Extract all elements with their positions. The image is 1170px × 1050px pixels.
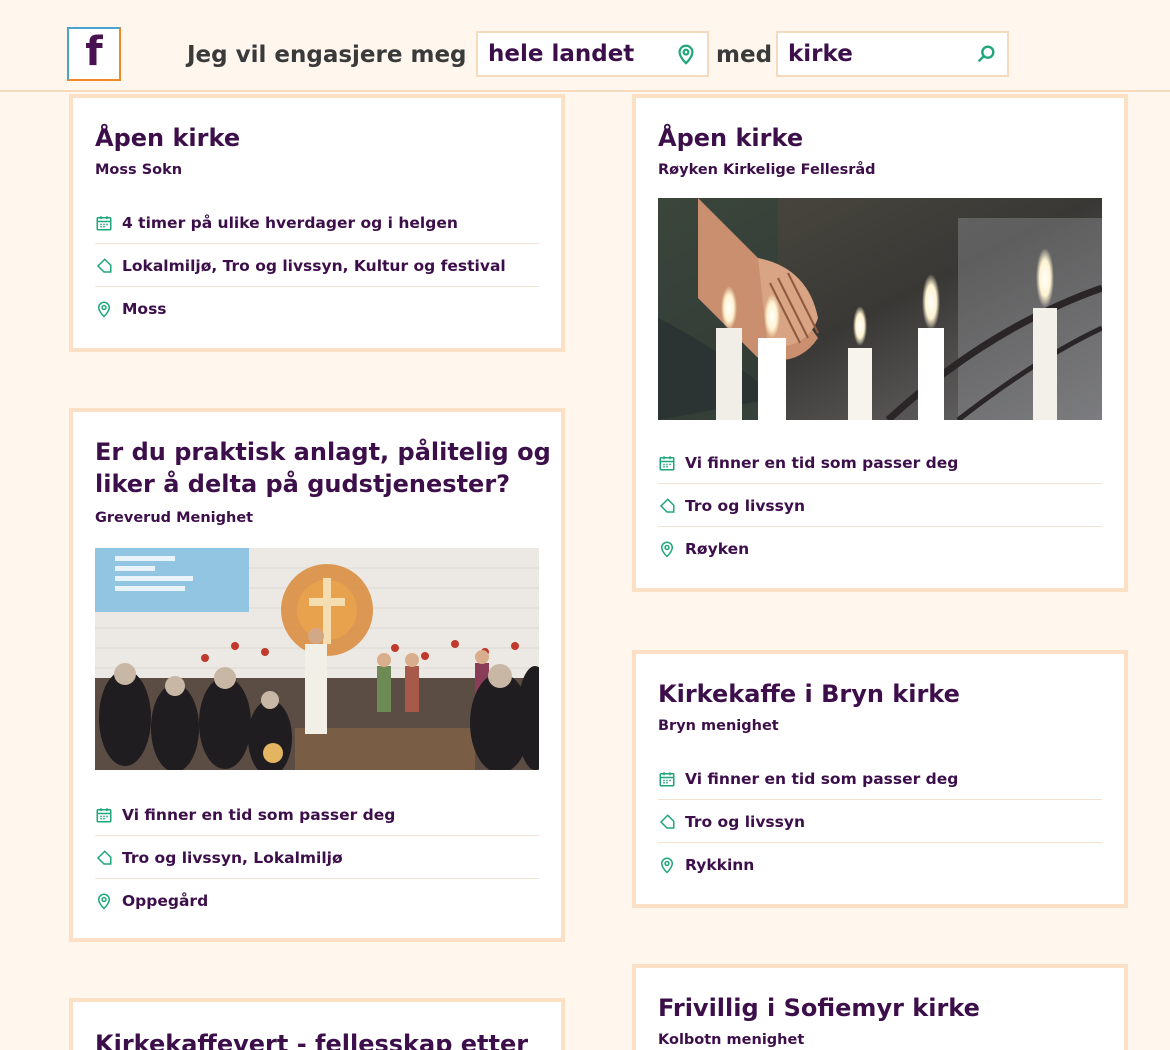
card-image-church-service[interactable]	[95, 548, 539, 770]
site-header: f Jeg vil engasjere meg i hele landet me…	[0, 0, 1170, 92]
card-tags-text: Tro og livssyn	[685, 496, 806, 515]
location-field[interactable]: hele landet	[476, 31, 709, 77]
card-time-text: Vi finner en tid som passer deg	[122, 805, 396, 824]
search-connector-text: med	[716, 42, 773, 68]
calendar-icon	[658, 454, 676, 472]
card-title[interactable]: Åpen kirke	[95, 122, 240, 154]
card-tags: Tro og livssyn	[658, 801, 1102, 843]
card-time-text: Vi finner en tid som passer deg	[685, 769, 959, 788]
card-organization: Kolbotn menighet	[658, 1032, 805, 1048]
map-pin-icon	[658, 540, 676, 558]
search-icon[interactable]	[975, 43, 997, 65]
calendar-icon	[658, 770, 676, 788]
card-tags-text: Lokalmiljø, Tro og livssyn, Kultur og fe…	[122, 256, 506, 275]
card-organization: Greverud Menighet	[95, 510, 254, 526]
search-prefix-text: Jeg vil engasjere meg i	[187, 42, 483, 68]
card-tags-text: Tro og livssyn	[685, 812, 806, 831]
opportunity-card[interactable]: Er du praktisk anlagt, pålitelig og like…	[69, 408, 565, 942]
card-tags: Tro og livssyn, Lokalmiljø	[95, 837, 539, 879]
card-tags-text: Tro og livssyn, Lokalmiljø	[122, 848, 343, 867]
card-title[interactable]: Åpen kirke	[658, 122, 803, 154]
card-organization: Bryn menighet	[658, 718, 779, 734]
calendar-icon	[95, 806, 113, 824]
logo-letter: f	[85, 29, 103, 75]
card-title[interactable]: Er du praktisk anlagt, pålitelig og like…	[95, 436, 551, 500]
tag-icon	[658, 497, 676, 515]
card-location: Oppegård	[95, 880, 539, 922]
map-pin-icon	[95, 300, 113, 318]
opportunity-card[interactable]: Kirkekaffevert - fellesskap etter	[69, 998, 565, 1050]
card-tags: Tro og livssyn	[658, 485, 1102, 527]
card-time-text: Vi finner en tid som passer deg	[685, 453, 959, 472]
card-time: Vi finner en tid som passer deg	[95, 794, 539, 836]
logo[interactable]: f	[67, 27, 121, 81]
card-title[interactable]: Frivillig i Sofiemyr kirke	[658, 992, 980, 1024]
opportunity-card[interactable]: Kirkekaffe i Bryn kirke Bryn menighet Vi…	[632, 650, 1128, 908]
card-time: Vi finner en tid som passer deg	[658, 442, 1102, 484]
card-organization: Røyken Kirkelige Fellesråd	[658, 162, 876, 178]
tag-icon	[95, 257, 113, 275]
location-value: hele landet	[488, 41, 635, 67]
card-location-text: Røyken	[685, 540, 750, 558]
opportunity-card[interactable]: Åpen kirke Moss Sokn 4 timer på ulike hv…	[69, 94, 565, 352]
card-location-text: Oppegård	[122, 892, 209, 910]
card-title-line: liker å delta på gudstjenester?	[95, 470, 511, 498]
map-pin-icon	[658, 856, 676, 874]
calendar-icon	[95, 214, 113, 232]
card-location: Røyken	[658, 528, 1102, 570]
card-title[interactable]: Kirkekaffe i Bryn kirke	[658, 678, 960, 710]
tag-icon	[95, 849, 113, 867]
opportunity-card[interactable]: Åpen kirke Røyken Kirkelige Fellesråd Vi…	[632, 94, 1128, 592]
card-time: 4 timer på ulike hverdager og i helgen	[95, 202, 539, 244]
card-location: Moss	[95, 288, 539, 330]
map-pin-icon	[95, 892, 113, 910]
tag-icon	[658, 813, 676, 831]
map-pin-icon	[675, 43, 697, 65]
card-image-praying-candles[interactable]	[658, 198, 1102, 420]
card-location: Rykkinn	[658, 844, 1102, 886]
opportunity-card[interactable]: Frivillig i Sofiemyr kirke Kolbotn menig…	[632, 964, 1128, 1050]
card-title[interactable]: Kirkekaffevert - fellesskap etter	[95, 1028, 528, 1050]
search-value: kirke	[788, 41, 853, 67]
search-input[interactable]: kirke	[776, 31, 1009, 77]
card-time-text: 4 timer på ulike hverdager og i helgen	[122, 213, 458, 232]
card-organization: Moss Sokn	[95, 162, 183, 178]
card-time: Vi finner en tid som passer deg	[658, 758, 1102, 800]
card-location-text: Moss	[122, 300, 167, 318]
card-title-line: Er du praktisk anlagt, pålitelig og	[95, 438, 551, 466]
card-location-text: Rykkinn	[685, 856, 755, 874]
card-tags: Lokalmiljø, Tro og livssyn, Kultur og fe…	[95, 245, 539, 287]
